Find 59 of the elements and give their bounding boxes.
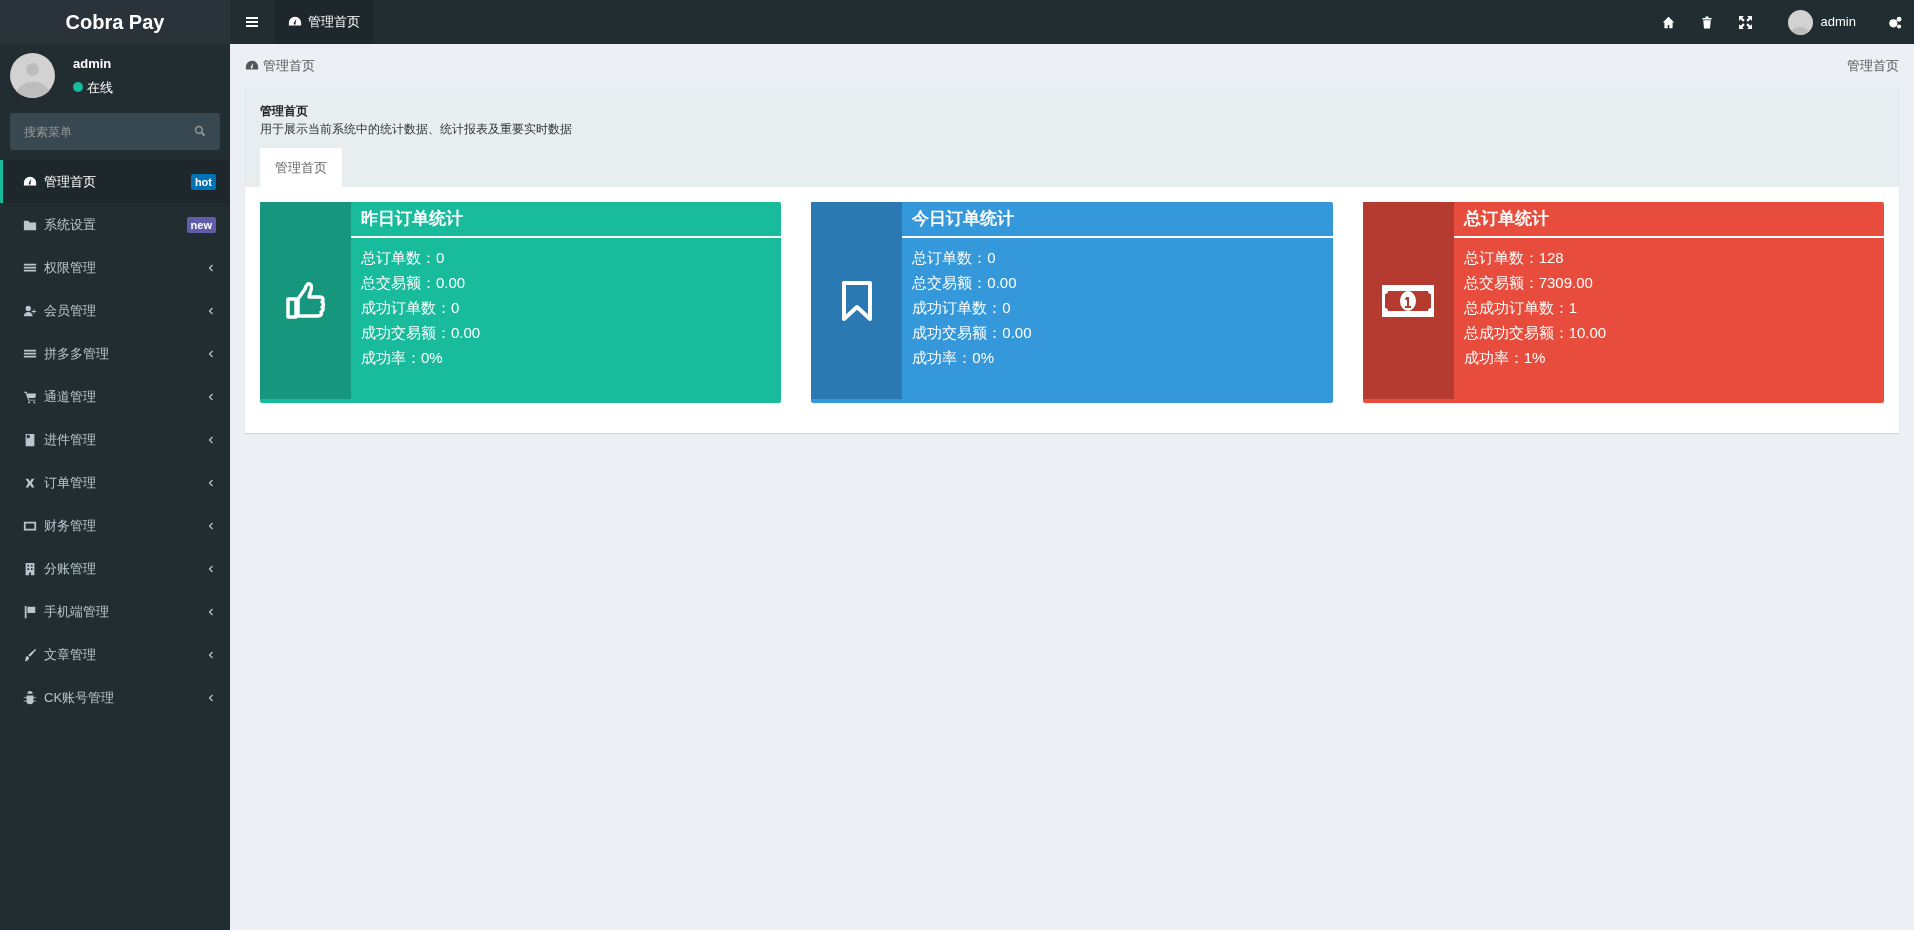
user-menu[interactable]: admin bbox=[1787, 9, 1856, 35]
menu-item[interactable]: 管理首页 hot bbox=[0, 160, 230, 203]
menu-item[interactable]: 文章管理 bbox=[0, 633, 230, 676]
trash-icon[interactable] bbox=[1700, 15, 1713, 29]
stat-line: 成功率：0% bbox=[912, 348, 995, 368]
dashboard-icon bbox=[23, 174, 37, 189]
dashboard-icon bbox=[288, 15, 302, 29]
menu-item[interactable]: 分账管理 bbox=[0, 547, 230, 590]
menu-item[interactable]: CK账号管理 bbox=[0, 676, 230, 719]
brush-icon bbox=[23, 647, 37, 662]
card-title: 总订单统计 bbox=[1463, 208, 1549, 231]
search-icon[interactable] bbox=[194, 125, 206, 137]
stat-line: 成功订单数：0 bbox=[912, 298, 1012, 318]
dashboard-icon bbox=[245, 59, 259, 73]
panel-title: 管理首页 bbox=[260, 103, 309, 120]
menu-item[interactable]: 订单管理 bbox=[0, 461, 230, 504]
stat-line: 成功订单数：0 bbox=[361, 298, 461, 318]
menu-item[interactable]: 会员管理 bbox=[0, 289, 230, 332]
stat-line: 成功率：1% bbox=[1463, 348, 1547, 368]
stat-line: 总订单数：0 bbox=[912, 248, 997, 268]
stat-line: 成功交易额：0.00 bbox=[361, 323, 482, 343]
cart-icon bbox=[23, 389, 37, 404]
menu-icon bbox=[246, 17, 258, 27]
menu-badge: hot bbox=[190, 173, 216, 190]
menu-item[interactable]: 拼多多管理 bbox=[0, 332, 230, 375]
menu-badge: new bbox=[186, 216, 216, 233]
stat-line: 总交易额：7309.00 bbox=[1463, 273, 1594, 293]
menu-item[interactable]: 进件管理 bbox=[0, 418, 230, 461]
user-plus-icon bbox=[23, 303, 37, 318]
breadcrumb[interactable]: 管理首页 bbox=[245, 56, 315, 76]
menu-item[interactable]: 系统设置 new bbox=[0, 203, 230, 246]
fullscreen-icon[interactable] bbox=[1738, 15, 1752, 29]
home-icon[interactable] bbox=[1661, 15, 1675, 29]
banknote-icon bbox=[1382, 282, 1435, 319]
menu-item[interactable]: 财务管理 bbox=[0, 504, 230, 547]
page-title: 管理首页 bbox=[1847, 57, 1899, 76]
status-label: 在线 bbox=[87, 78, 113, 97]
menu-item[interactable]: 通道管理 bbox=[0, 375, 230, 418]
stat-line: 总订单数：128 bbox=[1463, 248, 1565, 268]
search-field[interactable]: 搜索菜单 bbox=[10, 113, 220, 150]
panel-tab[interactable]: 管理首页 bbox=[260, 148, 342, 187]
user-avatar bbox=[10, 53, 55, 98]
stat-line: 总成功交易额：10.00 bbox=[1463, 323, 1608, 343]
stat-line: 成功率：0% bbox=[361, 348, 444, 368]
card-title: 今日订单统计 bbox=[912, 208, 1015, 231]
stat-line: 总交易额：0.00 bbox=[361, 273, 467, 293]
bug-icon bbox=[23, 690, 37, 705]
flag-icon bbox=[23, 604, 37, 619]
user-name: admin bbox=[73, 55, 113, 73]
card-title: 昨日订单统计 bbox=[361, 208, 463, 231]
building-icon bbox=[23, 561, 37, 576]
stat-line: 总成功订单数：1 bbox=[1463, 298, 1578, 318]
stat-line: 成功交易额：0.00 bbox=[912, 323, 1033, 343]
menu-item[interactable]: 权限管理 bbox=[0, 246, 230, 289]
stat-line: 总订单数：0 bbox=[361, 248, 446, 268]
panel-description: 用于展示当前系统中的统计数据、统计报表及重要实时数据 bbox=[260, 121, 573, 138]
stat-line: 总交易额：0.00 bbox=[912, 273, 1018, 293]
header-tab[interactable]: 管理首页 bbox=[274, 0, 374, 44]
menu-item[interactable]: 手机端管理 bbox=[0, 590, 230, 633]
